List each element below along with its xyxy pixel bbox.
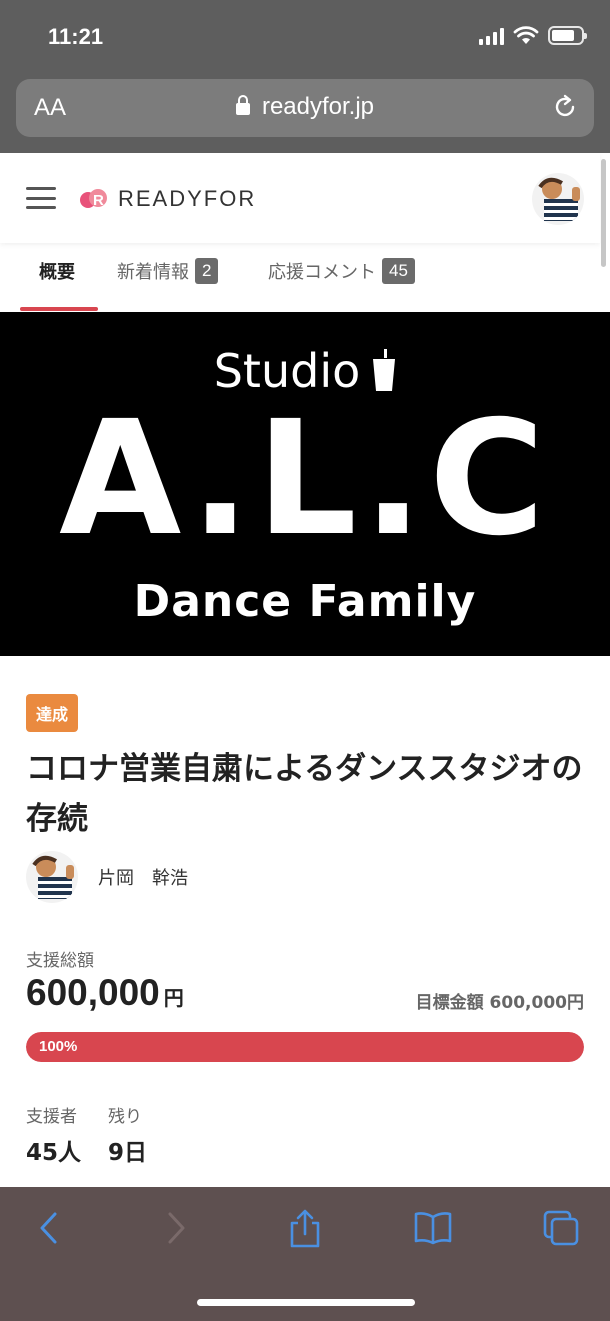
remaining-label: 残り (108, 1107, 142, 1127)
signal-icon (479, 27, 504, 45)
progress-fill (26, 1032, 584, 1062)
comments-count-badge: 45 (382, 258, 415, 284)
back-button[interactable] (26, 1205, 72, 1251)
tab-bar: 概要 新着情報 2 応援コメント 45 (0, 245, 600, 313)
logo-text: READYFOR (118, 186, 257, 211)
supporters-value: 45人 (26, 1140, 82, 1166)
bookmarks-icon (414, 1212, 452, 1245)
forward-icon (168, 1212, 185, 1244)
tab-comments[interactable]: 応援コメント 45 (268, 251, 415, 291)
remaining-value: 9日 (108, 1140, 148, 1166)
owner-name[interactable]: 片岡 幹浩 (98, 864, 188, 890)
url-text: readyfor.jp (261, 93, 375, 120)
total-label: 支援総額 (26, 951, 94, 971)
active-tab-indicator (20, 307, 98, 311)
tab-label: 新着情報 (117, 262, 189, 283)
web-page: R READYFOR 概要 新着情報 2 応援コメント 45 Studio A.… (0, 153, 610, 1187)
user-avatar[interactable] (532, 173, 584, 225)
target-amount: 目標金額 600,000円 (415, 993, 584, 1013)
wifi-icon (513, 26, 539, 44)
scrollbar[interactable] (601, 159, 606, 267)
total-amount: 600,000 円 (26, 972, 184, 1013)
status-icons (479, 26, 587, 45)
url-display[interactable]: readyfor.jp (16, 93, 594, 121)
forward-button[interactable] (153, 1205, 199, 1251)
status-bar: 11:21 (0, 0, 610, 76)
tabs-icon (543, 1210, 579, 1246)
owner-avatar[interactable] (26, 851, 78, 903)
browser-toolbar (0, 1187, 610, 1321)
reload-icon[interactable] (550, 92, 580, 122)
achieved-badge: 達成 (26, 694, 79, 732)
bookmarks-button[interactable] (410, 1205, 456, 1251)
lock-icon (235, 95, 250, 115)
remaining-stat: 残り 9日 (108, 1102, 147, 1167)
hero-line-dance-family: Dance Family (133, 576, 477, 627)
menu-icon[interactable] (26, 187, 56, 209)
project-owner[interactable]: 片岡 幹浩 (26, 851, 188, 903)
home-indicator[interactable] (197, 1299, 415, 1306)
share-button[interactable] (282, 1205, 328, 1251)
share-icon (290, 1209, 320, 1248)
screen: 11:21 AA readyfor.jp R READYFOR 概要 新着情報 … (0, 0, 610, 1321)
news-count-badge: 2 (195, 258, 219, 284)
logo-mark-icon: R (80, 189, 107, 209)
tab-label: 概要 (39, 262, 75, 283)
hero-line-alc: A.L.C (59, 387, 551, 571)
tabs-button[interactable] (538, 1205, 584, 1251)
supporters-stat: 支援者 45人 (26, 1102, 81, 1167)
svg-text:R: R (93, 192, 104, 209)
tab-overview[interactable]: 概要 (39, 251, 75, 291)
hero-image: Studio A.L.C Dance Family (0, 312, 610, 656)
funding-progress-bar: 100% (26, 1032, 584, 1062)
site-header: R READYFOR (0, 153, 600, 243)
address-bar[interactable]: AA readyfor.jp (16, 79, 594, 137)
total-unit: 円 (163, 986, 184, 1010)
supporters-label: 支援者 (26, 1107, 77, 1127)
battery-icon (548, 26, 587, 45)
project-title: コロナ営業自粛によるダンススタジオの存続 (26, 751, 583, 837)
tab-news[interactable]: 新着情報 2 (117, 251, 219, 291)
status-time: 11:21 (48, 24, 104, 49)
progress-text: 100% (39, 1038, 78, 1055)
site-logo[interactable]: R READYFOR (80, 186, 256, 212)
tab-label: 応援コメント (268, 262, 376, 283)
back-icon (40, 1212, 57, 1244)
